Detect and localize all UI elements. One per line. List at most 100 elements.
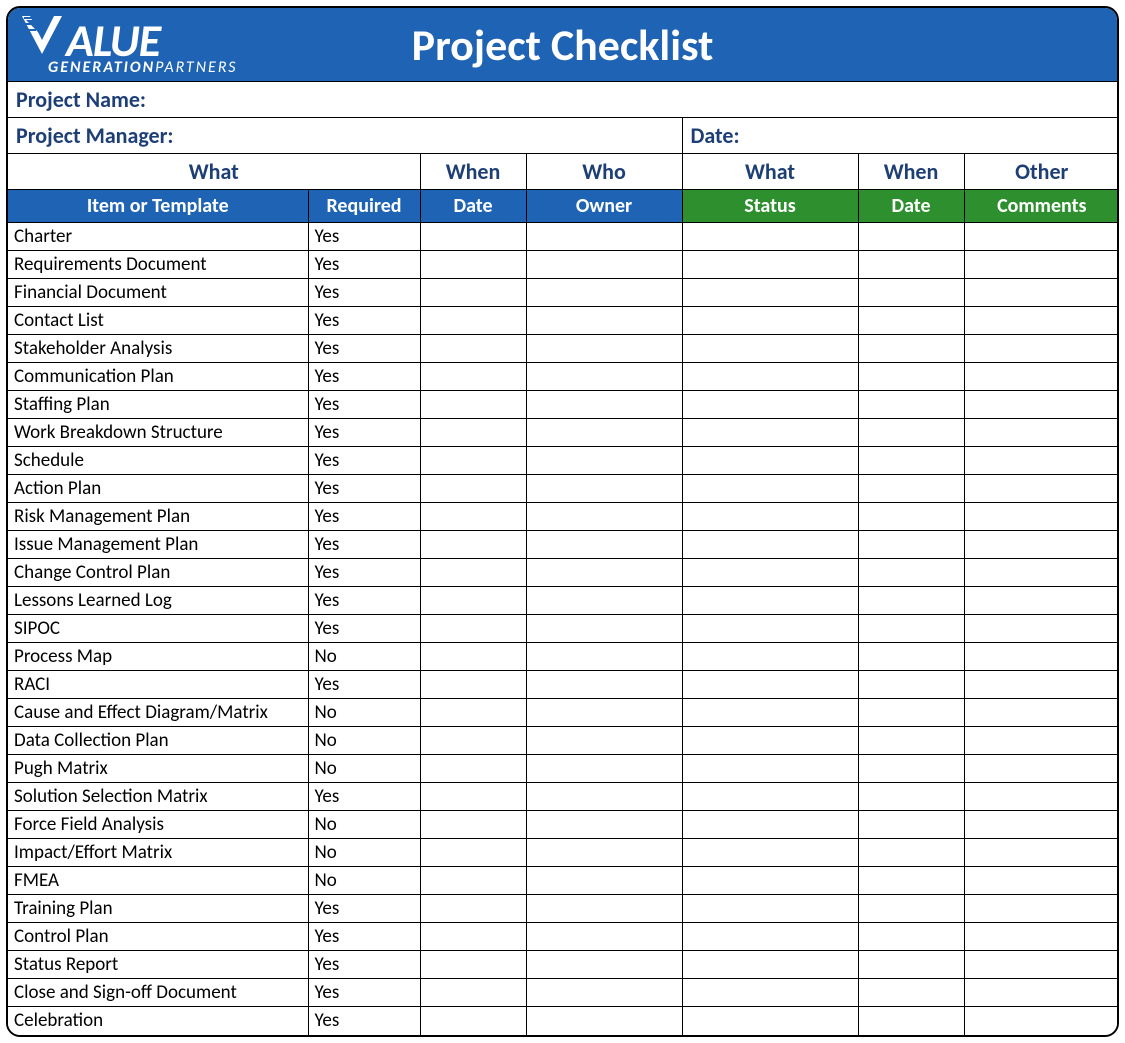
- cell-item[interactable]: Financial Document: [8, 279, 308, 307]
- cell-comments[interactable]: [964, 335, 1119, 363]
- cell-date-1[interactable]: [420, 503, 526, 531]
- cell-date-2[interactable]: [858, 503, 964, 531]
- cell-required[interactable]: Yes: [308, 419, 420, 447]
- cell-owner[interactable]: [526, 811, 682, 839]
- cell-required[interactable]: No: [308, 727, 420, 755]
- cell-owner[interactable]: [526, 783, 682, 811]
- cell-owner[interactable]: [526, 923, 682, 951]
- cell-date-2[interactable]: [858, 811, 964, 839]
- cell-item[interactable]: Action Plan: [8, 475, 308, 503]
- cell-status[interactable]: [682, 699, 858, 727]
- cell-required[interactable]: Yes: [308, 671, 420, 699]
- cell-owner[interactable]: [526, 279, 682, 307]
- cell-required[interactable]: Yes: [308, 251, 420, 279]
- cell-date-2[interactable]: [858, 335, 964, 363]
- cell-required[interactable]: No: [308, 867, 420, 895]
- cell-date-2[interactable]: [858, 671, 964, 699]
- cell-owner[interactable]: [526, 503, 682, 531]
- cell-status[interactable]: [682, 279, 858, 307]
- cell-date-1[interactable]: [420, 223, 526, 251]
- cell-date-1[interactable]: [420, 783, 526, 811]
- cell-item[interactable]: Risk Management Plan: [8, 503, 308, 531]
- cell-date-1[interactable]: [420, 279, 526, 307]
- cell-required[interactable]: Yes: [308, 475, 420, 503]
- cell-date-2[interactable]: [858, 727, 964, 755]
- cell-status[interactable]: [682, 531, 858, 559]
- cell-comments[interactable]: [964, 699, 1119, 727]
- cell-item[interactable]: Communication Plan: [8, 363, 308, 391]
- cell-date-1[interactable]: [420, 979, 526, 1007]
- cell-status[interactable]: [682, 363, 858, 391]
- cell-comments[interactable]: [964, 503, 1119, 531]
- cell-item[interactable]: Status Report: [8, 951, 308, 979]
- cell-status[interactable]: [682, 895, 858, 923]
- cell-required[interactable]: Yes: [308, 587, 420, 615]
- cell-comments[interactable]: [964, 419, 1119, 447]
- cell-comments[interactable]: [964, 251, 1119, 279]
- cell-comments[interactable]: [964, 223, 1119, 251]
- cell-comments[interactable]: [964, 727, 1119, 755]
- cell-date-1[interactable]: [420, 923, 526, 951]
- cell-date-2[interactable]: [858, 615, 964, 643]
- cell-date-2[interactable]: [858, 783, 964, 811]
- cell-required[interactable]: Yes: [308, 223, 420, 251]
- cell-required[interactable]: Yes: [308, 923, 420, 951]
- cell-comments[interactable]: [964, 279, 1119, 307]
- cell-comments[interactable]: [964, 923, 1119, 951]
- cell-date-1[interactable]: [420, 391, 526, 419]
- cell-required[interactable]: Yes: [308, 503, 420, 531]
- project-date-label[interactable]: Date:: [682, 118, 1119, 154]
- cell-owner[interactable]: [526, 615, 682, 643]
- cell-owner[interactable]: [526, 475, 682, 503]
- cell-status[interactable]: [682, 755, 858, 783]
- cell-date-2[interactable]: [858, 223, 964, 251]
- cell-date-1[interactable]: [420, 643, 526, 671]
- cell-date-1[interactable]: [420, 587, 526, 615]
- cell-date-1[interactable]: [420, 671, 526, 699]
- cell-item[interactable]: Close and Sign-off Document: [8, 979, 308, 1007]
- cell-item[interactable]: Impact/Effort Matrix: [8, 839, 308, 867]
- cell-comments[interactable]: [964, 951, 1119, 979]
- cell-date-2[interactable]: [858, 447, 964, 475]
- cell-date-2[interactable]: [858, 475, 964, 503]
- cell-owner[interactable]: [526, 727, 682, 755]
- cell-date-1[interactable]: [420, 559, 526, 587]
- cell-date-2[interactable]: [858, 307, 964, 335]
- cell-comments[interactable]: [964, 447, 1119, 475]
- cell-status[interactable]: [682, 559, 858, 587]
- cell-required[interactable]: Yes: [308, 979, 420, 1007]
- cell-required[interactable]: Yes: [308, 335, 420, 363]
- cell-status[interactable]: [682, 475, 858, 503]
- cell-comments[interactable]: [964, 475, 1119, 503]
- cell-date-1[interactable]: [420, 699, 526, 727]
- cell-item[interactable]: Requirements Document: [8, 251, 308, 279]
- cell-owner[interactable]: [526, 251, 682, 279]
- cell-comments[interactable]: [964, 1007, 1119, 1035]
- cell-required[interactable]: Yes: [308, 307, 420, 335]
- cell-date-2[interactable]: [858, 643, 964, 671]
- cell-required[interactable]: Yes: [308, 559, 420, 587]
- cell-owner[interactable]: [526, 391, 682, 419]
- cell-required[interactable]: No: [308, 699, 420, 727]
- cell-status[interactable]: [682, 223, 858, 251]
- cell-item[interactable]: Contact List: [8, 307, 308, 335]
- cell-status[interactable]: [682, 419, 858, 447]
- cell-comments[interactable]: [964, 671, 1119, 699]
- cell-status[interactable]: [682, 951, 858, 979]
- cell-date-2[interactable]: [858, 839, 964, 867]
- cell-owner[interactable]: [526, 559, 682, 587]
- cell-date-2[interactable]: [858, 923, 964, 951]
- cell-item[interactable]: Force Field Analysis: [8, 811, 308, 839]
- cell-date-2[interactable]: [858, 699, 964, 727]
- cell-date-1[interactable]: [420, 755, 526, 783]
- cell-status[interactable]: [682, 783, 858, 811]
- cell-status[interactable]: [682, 811, 858, 839]
- cell-date-2[interactable]: [858, 279, 964, 307]
- cell-date-2[interactable]: [858, 251, 964, 279]
- cell-comments[interactable]: [964, 867, 1119, 895]
- cell-date-1[interactable]: [420, 727, 526, 755]
- cell-date-2[interactable]: [858, 531, 964, 559]
- cell-item[interactable]: Solution Selection Matrix: [8, 783, 308, 811]
- cell-date-1[interactable]: [420, 867, 526, 895]
- cell-date-1[interactable]: [420, 447, 526, 475]
